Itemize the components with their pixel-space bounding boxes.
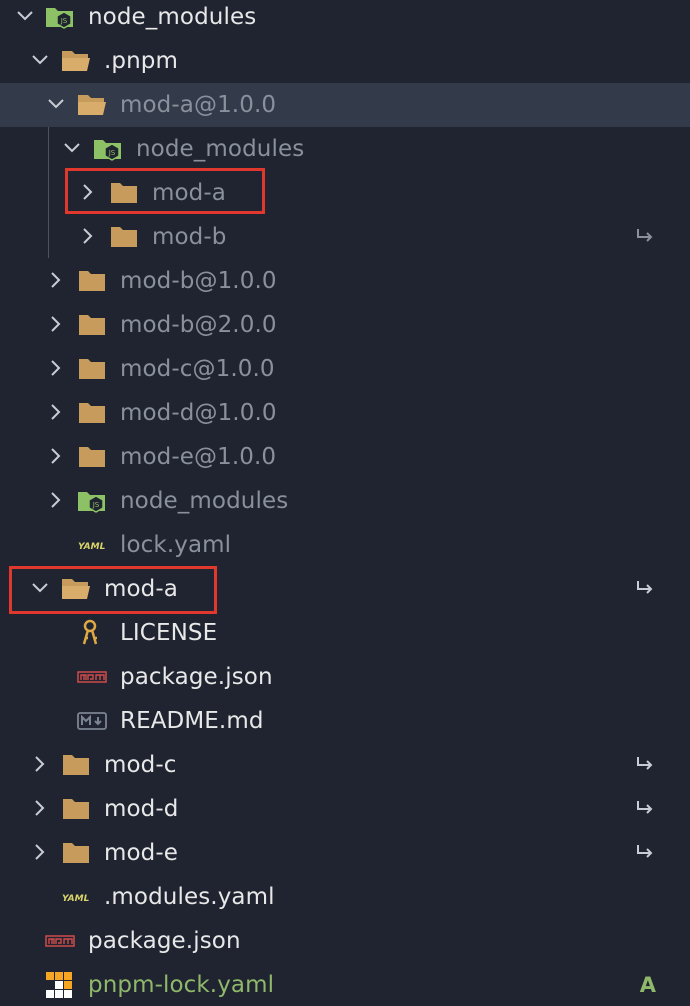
tree-item-mod-b-1-0-0[interactable]: mod-b@1.0.0 bbox=[0, 259, 690, 303]
tree-item-readme-md[interactable]: README.md bbox=[0, 699, 690, 743]
folder-icon bbox=[109, 223, 137, 251]
tree-item-node-modules-nested[interactable]: JS node_modules bbox=[0, 127, 690, 171]
tree-item-label: mod-b@1.0.0 bbox=[120, 268, 277, 294]
chevron-right-icon[interactable] bbox=[45, 357, 67, 379]
tree-item-mod-b-nested[interactable]: mod-b bbox=[0, 215, 690, 259]
npm-file-icon bbox=[45, 927, 75, 955]
folder-open-icon bbox=[77, 91, 106, 119]
chevron-down-icon[interactable] bbox=[45, 93, 67, 115]
tree-item-mod-a-1-0-0[interactable]: mod-a@1.0.0 bbox=[0, 83, 690, 127]
svg-text:JS: JS bbox=[92, 501, 100, 509]
tree-item-package-json[interactable]: package.json bbox=[0, 655, 690, 699]
highlight-box-nested-mod-a bbox=[65, 168, 265, 214]
tree-item-label: lock.yaml bbox=[120, 532, 232, 558]
folder-open-icon bbox=[61, 47, 90, 75]
tree-item-modules-yaml[interactable]: YAML .modules.yaml bbox=[0, 875, 690, 919]
nodejs-folder-icon: JS bbox=[77, 487, 105, 515]
tree-item-pnpm-node-modules[interactable]: JS node_modules bbox=[0, 479, 690, 523]
tree-item-label: node_modules bbox=[120, 488, 289, 514]
folder-icon bbox=[77, 355, 105, 383]
svg-text:YAML: YAML bbox=[78, 542, 106, 552]
chevron-right-icon[interactable] bbox=[29, 797, 51, 819]
tree-item-label: mod-e bbox=[104, 840, 179, 866]
yaml-file-icon: YAML bbox=[77, 531, 106, 559]
tree-item-mod-b-2-0-0[interactable]: mod-b@2.0.0 bbox=[0, 303, 690, 347]
git-status-badge: A bbox=[639, 973, 656, 997]
folder-icon bbox=[77, 267, 105, 295]
symlink-arrow-icon bbox=[634, 754, 656, 776]
tree-item-label: LICENSE bbox=[120, 620, 218, 646]
tree-item-label: mod-c bbox=[104, 752, 177, 778]
highlight-box-mod-a bbox=[9, 566, 217, 614]
chevron-right-icon[interactable] bbox=[45, 401, 67, 423]
tree-item-mod-e-1-0-0[interactable]: mod-e@1.0.0 bbox=[0, 435, 690, 479]
svg-text:YAML: YAML bbox=[62, 894, 90, 904]
license-key-icon bbox=[79, 619, 107, 647]
chevron-down-icon[interactable] bbox=[29, 49, 51, 71]
symlink-arrow-icon bbox=[634, 226, 656, 248]
tree-item-node-modules[interactable]: JS node_modules bbox=[0, 0, 690, 39]
symlink-arrow-icon bbox=[634, 842, 656, 864]
nodejs-folder-icon: JS bbox=[45, 3, 73, 31]
chevron-right-icon[interactable] bbox=[45, 269, 67, 291]
tree-item-mod-c-1-0-0[interactable]: mod-c@1.0.0 bbox=[0, 347, 690, 391]
nodejs-folder-icon: JS bbox=[93, 135, 121, 163]
folder-icon bbox=[77, 311, 105, 339]
tree-item-mod-c[interactable]: mod-c bbox=[0, 743, 690, 787]
folder-icon bbox=[61, 751, 89, 779]
symlink-arrow-icon bbox=[634, 578, 656, 600]
yaml-file-icon: YAML bbox=[61, 883, 90, 911]
chevron-down-icon[interactable] bbox=[14, 5, 36, 27]
tree-item-label: mod-d@1.0.0 bbox=[120, 400, 277, 426]
npm-file-icon bbox=[77, 663, 107, 691]
tree-item-label: mod-a@1.0.0 bbox=[120, 92, 277, 118]
tree-item-lock-yaml[interactable]: YAML lock.yaml bbox=[0, 523, 690, 567]
tree-item-mod-e[interactable]: mod-e bbox=[0, 831, 690, 875]
tree-item-label: mod-d bbox=[104, 796, 179, 822]
tree-item-pnpm-lock-yaml[interactable]: pnpm-lock.yaml A bbox=[0, 963, 690, 1006]
svg-text:JS: JS bbox=[108, 149, 116, 157]
tree-item-label: mod-b bbox=[152, 224, 227, 250]
tree-item-label: node_modules bbox=[136, 136, 305, 162]
tree-item-mod-d-1-0-0[interactable]: mod-d@1.0.0 bbox=[0, 391, 690, 435]
tree-item-root-package-json[interactable]: package.json bbox=[0, 919, 690, 963]
chevron-right-icon[interactable] bbox=[77, 225, 99, 247]
chevron-right-icon[interactable] bbox=[29, 841, 51, 863]
chevron-right-icon[interactable] bbox=[29, 753, 51, 775]
markdown-file-icon bbox=[77, 707, 107, 735]
chevron-right-icon[interactable] bbox=[45, 445, 67, 467]
folder-icon bbox=[61, 795, 89, 823]
chevron-right-icon[interactable] bbox=[45, 489, 67, 511]
tree-item-label: .pnpm bbox=[104, 48, 178, 74]
tree-item-label: mod-b@2.0.0 bbox=[120, 312, 277, 338]
svg-text:JS: JS bbox=[60, 17, 68, 25]
tree-item-label: pnpm-lock.yaml bbox=[88, 972, 275, 998]
tree-item-pnpm[interactable]: .pnpm bbox=[0, 39, 690, 83]
tree-item-label: node_modules bbox=[88, 4, 257, 30]
tree-item-label: .modules.yaml bbox=[104, 884, 275, 910]
folder-icon bbox=[77, 399, 105, 427]
folder-icon bbox=[61, 839, 89, 867]
tree-item-label: mod-e@1.0.0 bbox=[120, 444, 277, 470]
pnpm-file-icon bbox=[45, 971, 73, 999]
tree-item-label: package.json bbox=[120, 664, 273, 690]
symlink-arrow-icon bbox=[634, 798, 656, 820]
chevron-down-icon[interactable] bbox=[61, 137, 83, 159]
tree-item-label: package.json bbox=[88, 928, 241, 954]
folder-icon bbox=[77, 443, 105, 471]
tree-item-license[interactable]: LICENSE bbox=[0, 611, 690, 655]
chevron-right-icon[interactable] bbox=[45, 313, 67, 335]
tree-item-mod-d[interactable]: mod-d bbox=[0, 787, 690, 831]
file-explorer-tree: JS node_modules .pnpm mod-a@1.0.0 JS nod… bbox=[0, 0, 690, 1006]
tree-item-label: mod-c@1.0.0 bbox=[120, 356, 275, 382]
tree-item-label: README.md bbox=[120, 708, 264, 734]
